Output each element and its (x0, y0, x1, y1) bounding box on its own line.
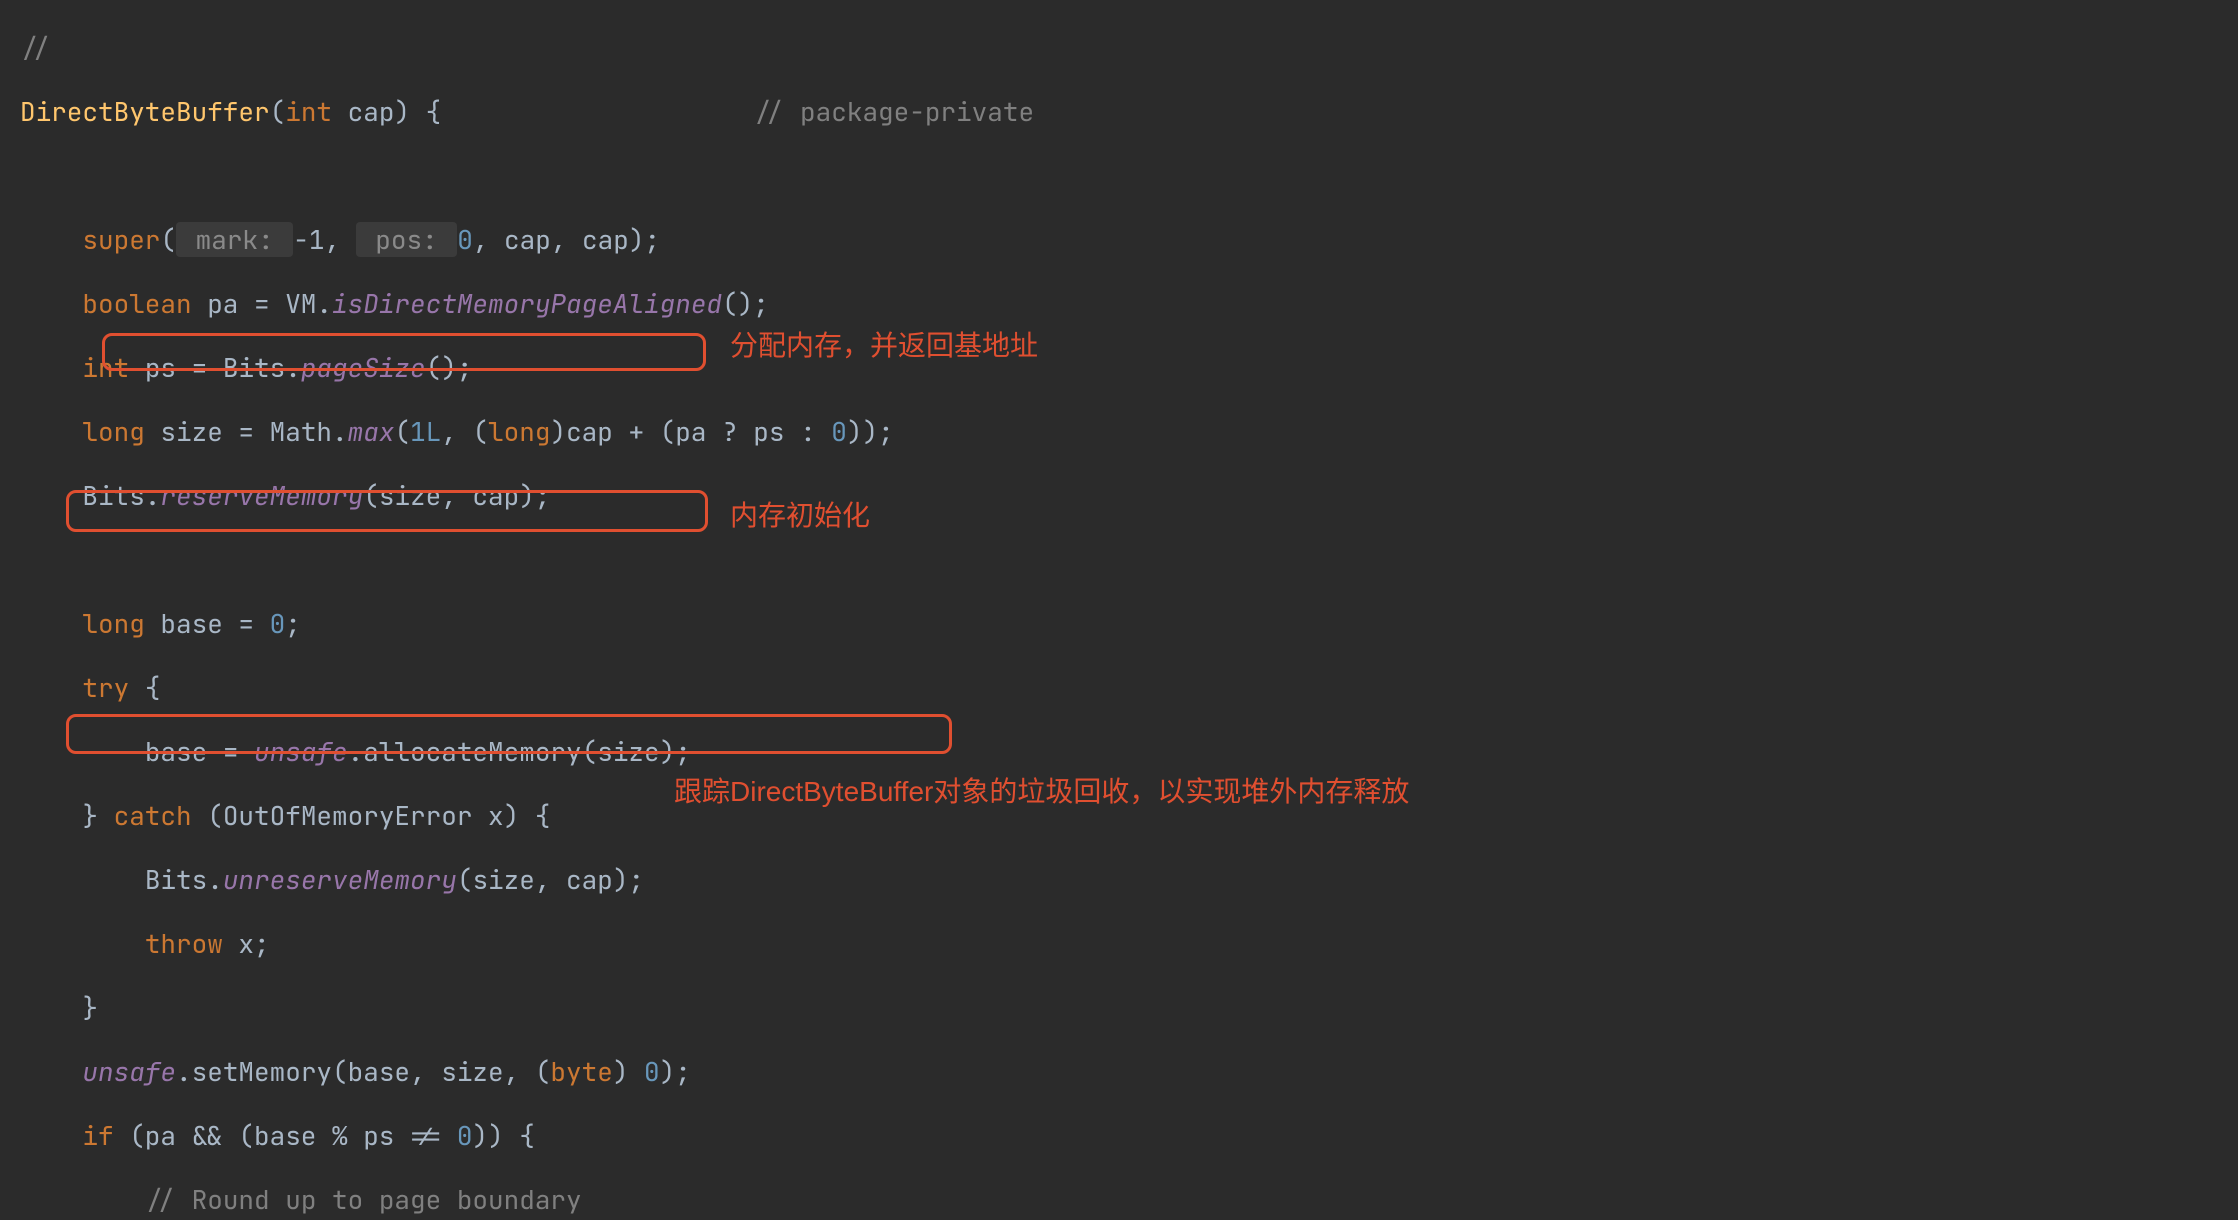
code-line (20, 544, 2238, 576)
code-line: Bits.unreserveMemory(size, cap); (20, 864, 2238, 896)
code-line: int ps = Bits.pageSize(); (20, 352, 2238, 384)
annotation-allocate: 分配内存，并返回基地址 (730, 324, 1038, 364)
code-line: // (20, 32, 2238, 64)
code-line: throw x; (20, 928, 2238, 960)
code-line: try { (20, 672, 2238, 704)
annotation-init: 内存初始化 (730, 494, 870, 534)
code-line: unsafe.setMemory(base, size, (byte) 0); (20, 1056, 2238, 1088)
code-line: long size = Math.max(1L, (long)cap + (pa… (20, 416, 2238, 448)
code-line (20, 160, 2238, 192)
code-line: if (pa && (base % ps != 0)) { (20, 1120, 2238, 1152)
code-line: Bits.reserveMemory(size, cap); (20, 480, 2238, 512)
code-line: boolean pa = VM.isDirectMemoryPageAligne… (20, 288, 2238, 320)
annotation-cleaner: 跟踪DirectByteBuffer对象的垃圾回收，以实现堆外内存释放 (674, 770, 1409, 810)
code-line: base = unsafe.allocateMemory(size); (20, 736, 2238, 768)
code-line: DirectByteBuffer(int cap) { // package-p… (20, 96, 2238, 128)
code-line: } (20, 992, 2238, 1024)
code-line: long base = 0; (20, 608, 2238, 640)
code-editor[interactable]: // DirectByteBuffer(int cap) { // packag… (0, 0, 2238, 1220)
code-line: super( mark: -1, pos: 0, cap, cap); (20, 224, 2238, 256)
code-line: // Round up to page boundary (20, 1184, 2238, 1216)
